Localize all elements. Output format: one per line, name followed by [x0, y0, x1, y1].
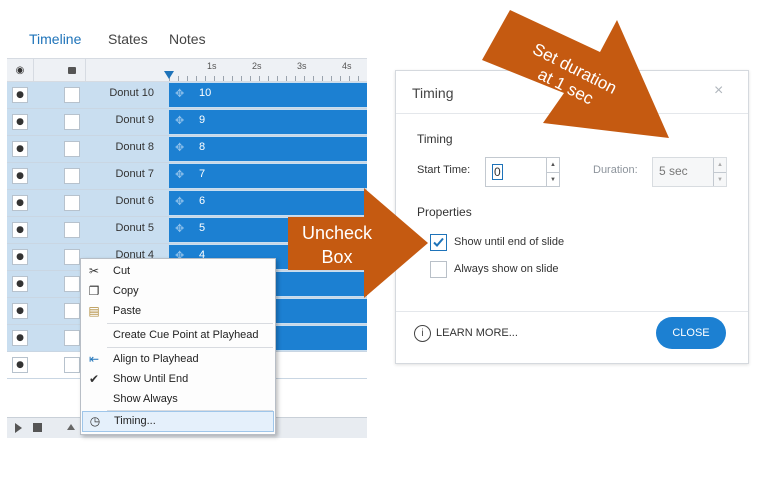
callout-line: Box: [321, 247, 353, 267]
callout-line: Uncheck: [301, 223, 373, 243]
uncheck-box-callout: Uncheck Box: [292, 221, 382, 269]
